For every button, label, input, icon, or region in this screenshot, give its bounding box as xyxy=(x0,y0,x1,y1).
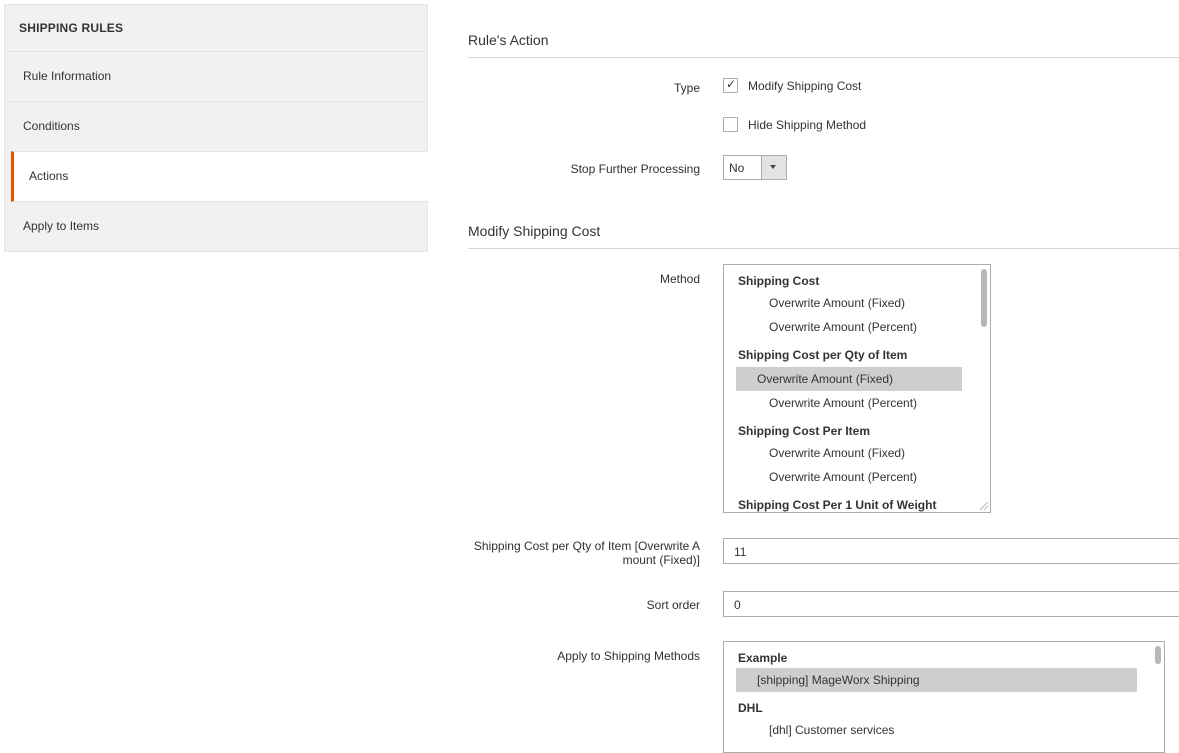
method-group: Shipping Cost xyxy=(738,274,820,288)
sidebar-item-actions[interactable]: Actions xyxy=(11,151,428,202)
modify-shipping-cost-option[interactable]: ✓ Modify Shipping Cost xyxy=(723,77,862,93)
method-option[interactable]: Overwrite Amount (Percent) xyxy=(736,391,990,415)
stop-processing-select[interactable]: No xyxy=(723,155,787,180)
shipping-methods-listbox[interactable]: Example [shipping] MageWorx Shipping DHL… xyxy=(723,641,1165,753)
resize-grip-icon[interactable] xyxy=(980,502,988,510)
method-label: Method xyxy=(659,272,700,286)
method-option-selected[interactable]: Overwrite Amount (Fixed) xyxy=(736,367,962,391)
qty-cost-label-line1: Shipping Cost per Qty of Item [Overwrite… xyxy=(473,539,700,553)
sidebar-item-conditions[interactable]: Conditions xyxy=(5,102,427,151)
shipping-group: DHL xyxy=(738,701,763,715)
method-option[interactable]: Overwrite Amount (Fixed) xyxy=(736,291,990,315)
stop-processing-label: Stop Further Processing xyxy=(570,162,700,176)
sidebar-item-apply-to-items[interactable]: Apply to Items xyxy=(5,202,427,251)
chevron-down-icon xyxy=(770,165,776,169)
sidebar-nav: SHIPPING RULES Rule Information Conditio… xyxy=(4,4,428,252)
type-label: Type xyxy=(673,81,700,95)
shipping-option[interactable]: [dhl] Customer services xyxy=(736,718,1164,742)
shipping-option-selected[interactable]: [shipping] MageWorx Shipping xyxy=(736,668,1137,692)
hide-shipping-method-label: Hide Shipping Method xyxy=(748,117,867,132)
method-group: Shipping Cost per Qty of Item xyxy=(738,348,908,362)
method-group: Shipping Cost Per 1 Unit of Weight xyxy=(738,498,937,512)
shipping-methods-scrollbar[interactable] xyxy=(1155,646,1161,664)
qty-cost-label-line2: mount (Fixed)] xyxy=(622,553,700,567)
hide-shipping-method-option[interactable]: Hide Shipping Method xyxy=(723,117,866,132)
sidebar-item-rule-information[interactable]: Rule Information xyxy=(5,52,427,102)
checkmark-icon: ✓ xyxy=(726,77,737,91)
modify-shipping-cost-label: Modify Shipping Cost xyxy=(748,78,862,93)
qty-cost-value: 11 xyxy=(734,545,747,559)
method-option[interactable]: Overwrite Amount (Percent) xyxy=(736,465,990,489)
sort-order-input[interactable]: 0 xyxy=(723,591,1179,617)
modify-shipping-cost-title: Modify Shipping Cost xyxy=(468,223,1179,249)
sidebar-title: SHIPPING RULES xyxy=(5,5,427,52)
stop-processing-value: No xyxy=(729,161,745,175)
method-listbox[interactable]: Shipping Cost Overwrite Amount (Fixed) O… xyxy=(723,264,991,513)
hide-shipping-method-checkbox[interactable] xyxy=(723,117,738,132)
qty-cost-label: Shipping Cost per Qty of Item [Overwrite… xyxy=(460,539,700,567)
method-option[interactable]: Overwrite Amount (Percent) xyxy=(736,315,990,339)
method-scrollbar[interactable] xyxy=(981,269,987,327)
shipping-group: Example xyxy=(738,651,788,665)
sort-order-value: 0 xyxy=(734,598,741,612)
rules-action-title: Rule's Action xyxy=(468,32,1179,58)
dropdown-toggle[interactable] xyxy=(761,156,786,179)
shipping-methods-label: Apply to Shipping Methods xyxy=(557,649,700,663)
method-group: Shipping Cost Per Item xyxy=(738,424,871,438)
sort-order-label: Sort order xyxy=(646,598,700,612)
qty-cost-input[interactable]: 11 xyxy=(723,538,1179,564)
modify-shipping-cost-checkbox[interactable]: ✓ xyxy=(723,77,738,93)
method-option[interactable]: Overwrite Amount (Fixed) xyxy=(736,441,990,465)
